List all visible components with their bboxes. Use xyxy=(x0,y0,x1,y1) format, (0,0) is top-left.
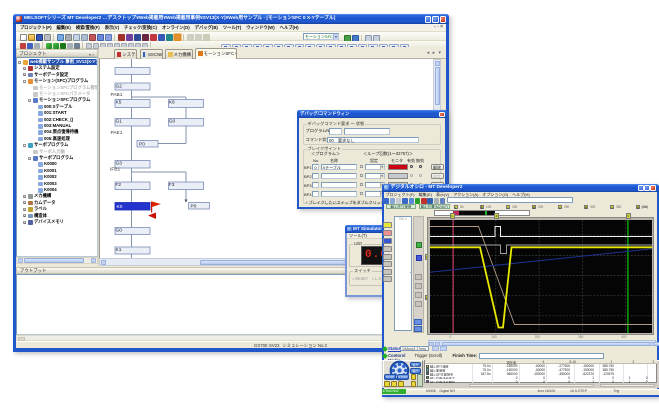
svg-text:PAB1: PAB1 xyxy=(111,92,123,98)
svg-text:G1: G1 xyxy=(116,119,123,125)
svg-text:G0: G0 xyxy=(169,119,176,125)
svg-text:G0: G0 xyxy=(116,228,123,234)
svg-text:F3: F3 xyxy=(169,182,175,188)
svg-text:P0: P0 xyxy=(139,142,145,148)
svg-text:K6: K6 xyxy=(169,100,175,106)
svg-text:G2: G2 xyxy=(116,84,123,90)
svg-text:PAE1: PAE1 xyxy=(111,130,123,136)
svg-text:IFB1: IFB1 xyxy=(110,167,120,173)
svg-text:P0: P0 xyxy=(191,204,197,210)
svg-text:K1: K1 xyxy=(116,247,122,253)
svg-text:G3: G3 xyxy=(116,161,123,167)
svg-text:K5: K5 xyxy=(116,100,122,106)
svg-text:K0: K0 xyxy=(117,204,123,210)
svg-text:F2: F2 xyxy=(116,182,122,188)
